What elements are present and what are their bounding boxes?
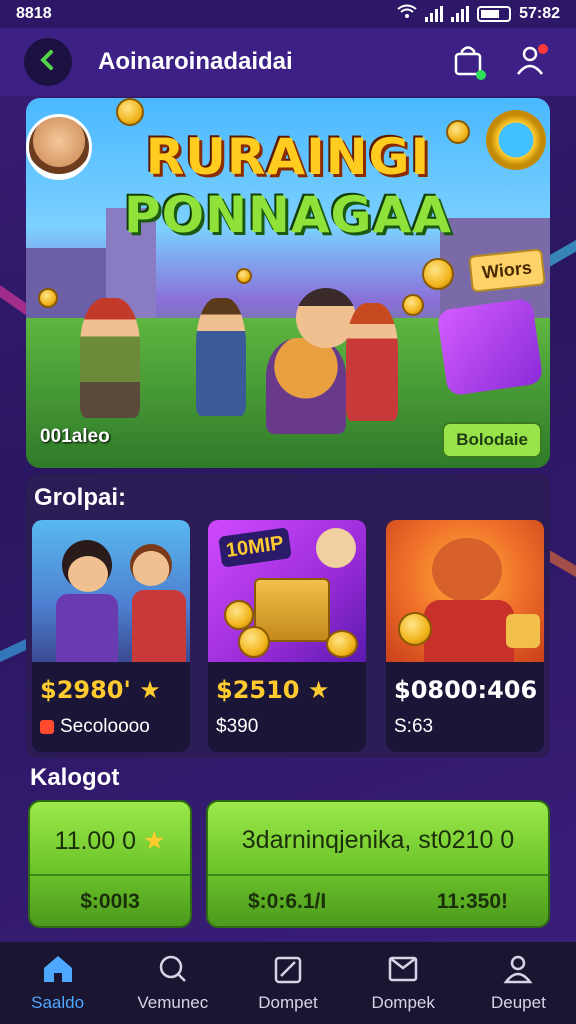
product-card[interactable]: $2980' ★ Secoloooo: [32, 520, 190, 752]
star-icon: ★: [143, 827, 166, 855]
section-title: Grolpai:: [34, 484, 127, 511]
card-image-label: 10MIP: [218, 527, 292, 568]
wifi-icon: [397, 4, 417, 25]
signal-icon-2: [451, 6, 470, 22]
page-title: Aoinaroinadaidai: [98, 48, 293, 75]
coin-icon: [116, 98, 144, 126]
card-price-text: $2980': [40, 676, 131, 704]
tag-icon: [40, 720, 54, 734]
status-bar: 8818 57:82: [0, 0, 576, 28]
card-price: $2980' ★: [40, 676, 161, 704]
coin-icon: [238, 626, 270, 658]
nav-label: Deupet: [491, 992, 546, 1012]
card-image: [386, 520, 544, 662]
category-button[interactable]: 11.00 0 ★ $:00I3: [28, 800, 192, 928]
shopping-bag-button[interactable]: [446, 40, 490, 84]
hero-bottom-label: 001aleo: [40, 426, 110, 447]
nav-label: Dompet: [258, 992, 318, 1012]
card-price-text: $2510: [216, 676, 300, 704]
back-button[interactable]: [24, 38, 72, 86]
book-icon: [386, 954, 420, 989]
status-time: 8818: [16, 5, 52, 22]
category-button-value-text: 11.00 0: [54, 827, 137, 855]
notification-dot: [538, 44, 548, 54]
user-icon: [501, 954, 535, 989]
character-illustration: [80, 298, 140, 418]
card-price-text: $0800:406: [394, 676, 538, 704]
signal-icon: [425, 6, 444, 22]
star-icon: ★: [139, 676, 161, 704]
character-face: [130, 544, 172, 586]
hero-banner[interactable]: RURAINGI PONNAGAA Wiors 001aleo Bolodaie: [26, 98, 550, 468]
character-body: [56, 594, 118, 662]
bear-head: [432, 538, 502, 602]
hero-title-line2: PONNAGAA: [124, 186, 452, 244]
mascot-icon: [316, 528, 356, 568]
status-icons: 57:82: [397, 4, 560, 25]
hero-action-button[interactable]: Bolodaie: [442, 422, 542, 458]
coin-icon: [398, 612, 432, 646]
nav-item-dompek[interactable]: Dompek: [346, 942, 461, 1024]
category-button-value: 11.00 0 ★: [30, 826, 190, 856]
section-title: Kalogot: [30, 764, 120, 791]
star-icon: ★: [307, 676, 330, 704]
battery-icon: [477, 6, 512, 22]
app-header: Aoinaroinadaidai: [0, 28, 576, 96]
hero-ribbon-label: Wiors: [468, 248, 546, 293]
bottom-navigation: Saaldo Vemunec Dompet Dompek Deupet: [0, 942, 576, 1024]
category-button-price-alt: 11:350!: [436, 890, 508, 913]
notification-dot: [476, 70, 486, 80]
nav-item-dompet[interactable]: Dompet: [230, 942, 345, 1024]
home-icon: [41, 954, 75, 989]
search-icon: [156, 954, 190, 989]
product-card[interactable]: $0800:406 S:63: [386, 520, 544, 752]
coin-icon: [326, 630, 358, 658]
card-subtitle-text: $390: [216, 716, 259, 737]
divider: [208, 874, 548, 876]
character-face: [68, 556, 108, 592]
nav-item-deupet[interactable]: Deupet: [461, 942, 576, 1024]
gold-block-icon: [506, 614, 540, 648]
profile-button[interactable]: [508, 40, 552, 84]
coin-icon: [402, 294, 424, 316]
nav-item-saaldo[interactable]: Saaldo: [0, 942, 115, 1024]
pencil-square-icon: [271, 954, 305, 989]
category-button-price: $:00I3: [80, 890, 140, 913]
card-subtitle: Secoloooo: [40, 716, 150, 738]
product-card[interactable]: 10MIP $2510 ★ $390: [208, 520, 366, 752]
card-image: 10MIP: [208, 520, 366, 662]
divider: [30, 874, 190, 876]
nav-item-vemunec[interactable]: Vemunec: [115, 942, 230, 1024]
card-price: $2510 ★: [216, 676, 329, 704]
coin-icon: [236, 268, 252, 284]
category-button[interactable]: 3darninqjenika, st0210 0 $:0:6.1/I 11:35…: [206, 800, 550, 928]
character-body: [132, 590, 186, 662]
hero-title-line1: RURAINGI: [145, 128, 431, 186]
nav-label: Saaldo: [31, 992, 85, 1012]
nav-label: Dompek: [371, 992, 435, 1012]
bear-character-illustration: [266, 338, 346, 434]
character-illustration: [196, 298, 246, 416]
bear-body: [424, 600, 514, 662]
coin-icon: [38, 288, 58, 308]
nav-label: Vemunec: [137, 992, 209, 1012]
card-price: $0800:406: [394, 676, 537, 704]
coin-icon: [422, 258, 454, 290]
card-image: [32, 520, 190, 662]
category-button-value: 3darninqjenika, st0210 0: [241, 826, 515, 854]
status-battery-text: 57:82: [519, 5, 560, 22]
card-subtitle: S:63: [394, 716, 433, 738]
gift-box-illustration: [436, 297, 544, 397]
card-subtitle-text: Secoloooo: [60, 716, 150, 737]
card-subtitle-text: S:63: [394, 716, 434, 737]
category-button-price: $:0:6.1/I: [248, 890, 327, 913]
chevron-left-icon: [37, 49, 59, 76]
card-subtitle: $390: [216, 716, 258, 738]
character-illustration: [346, 303, 398, 421]
